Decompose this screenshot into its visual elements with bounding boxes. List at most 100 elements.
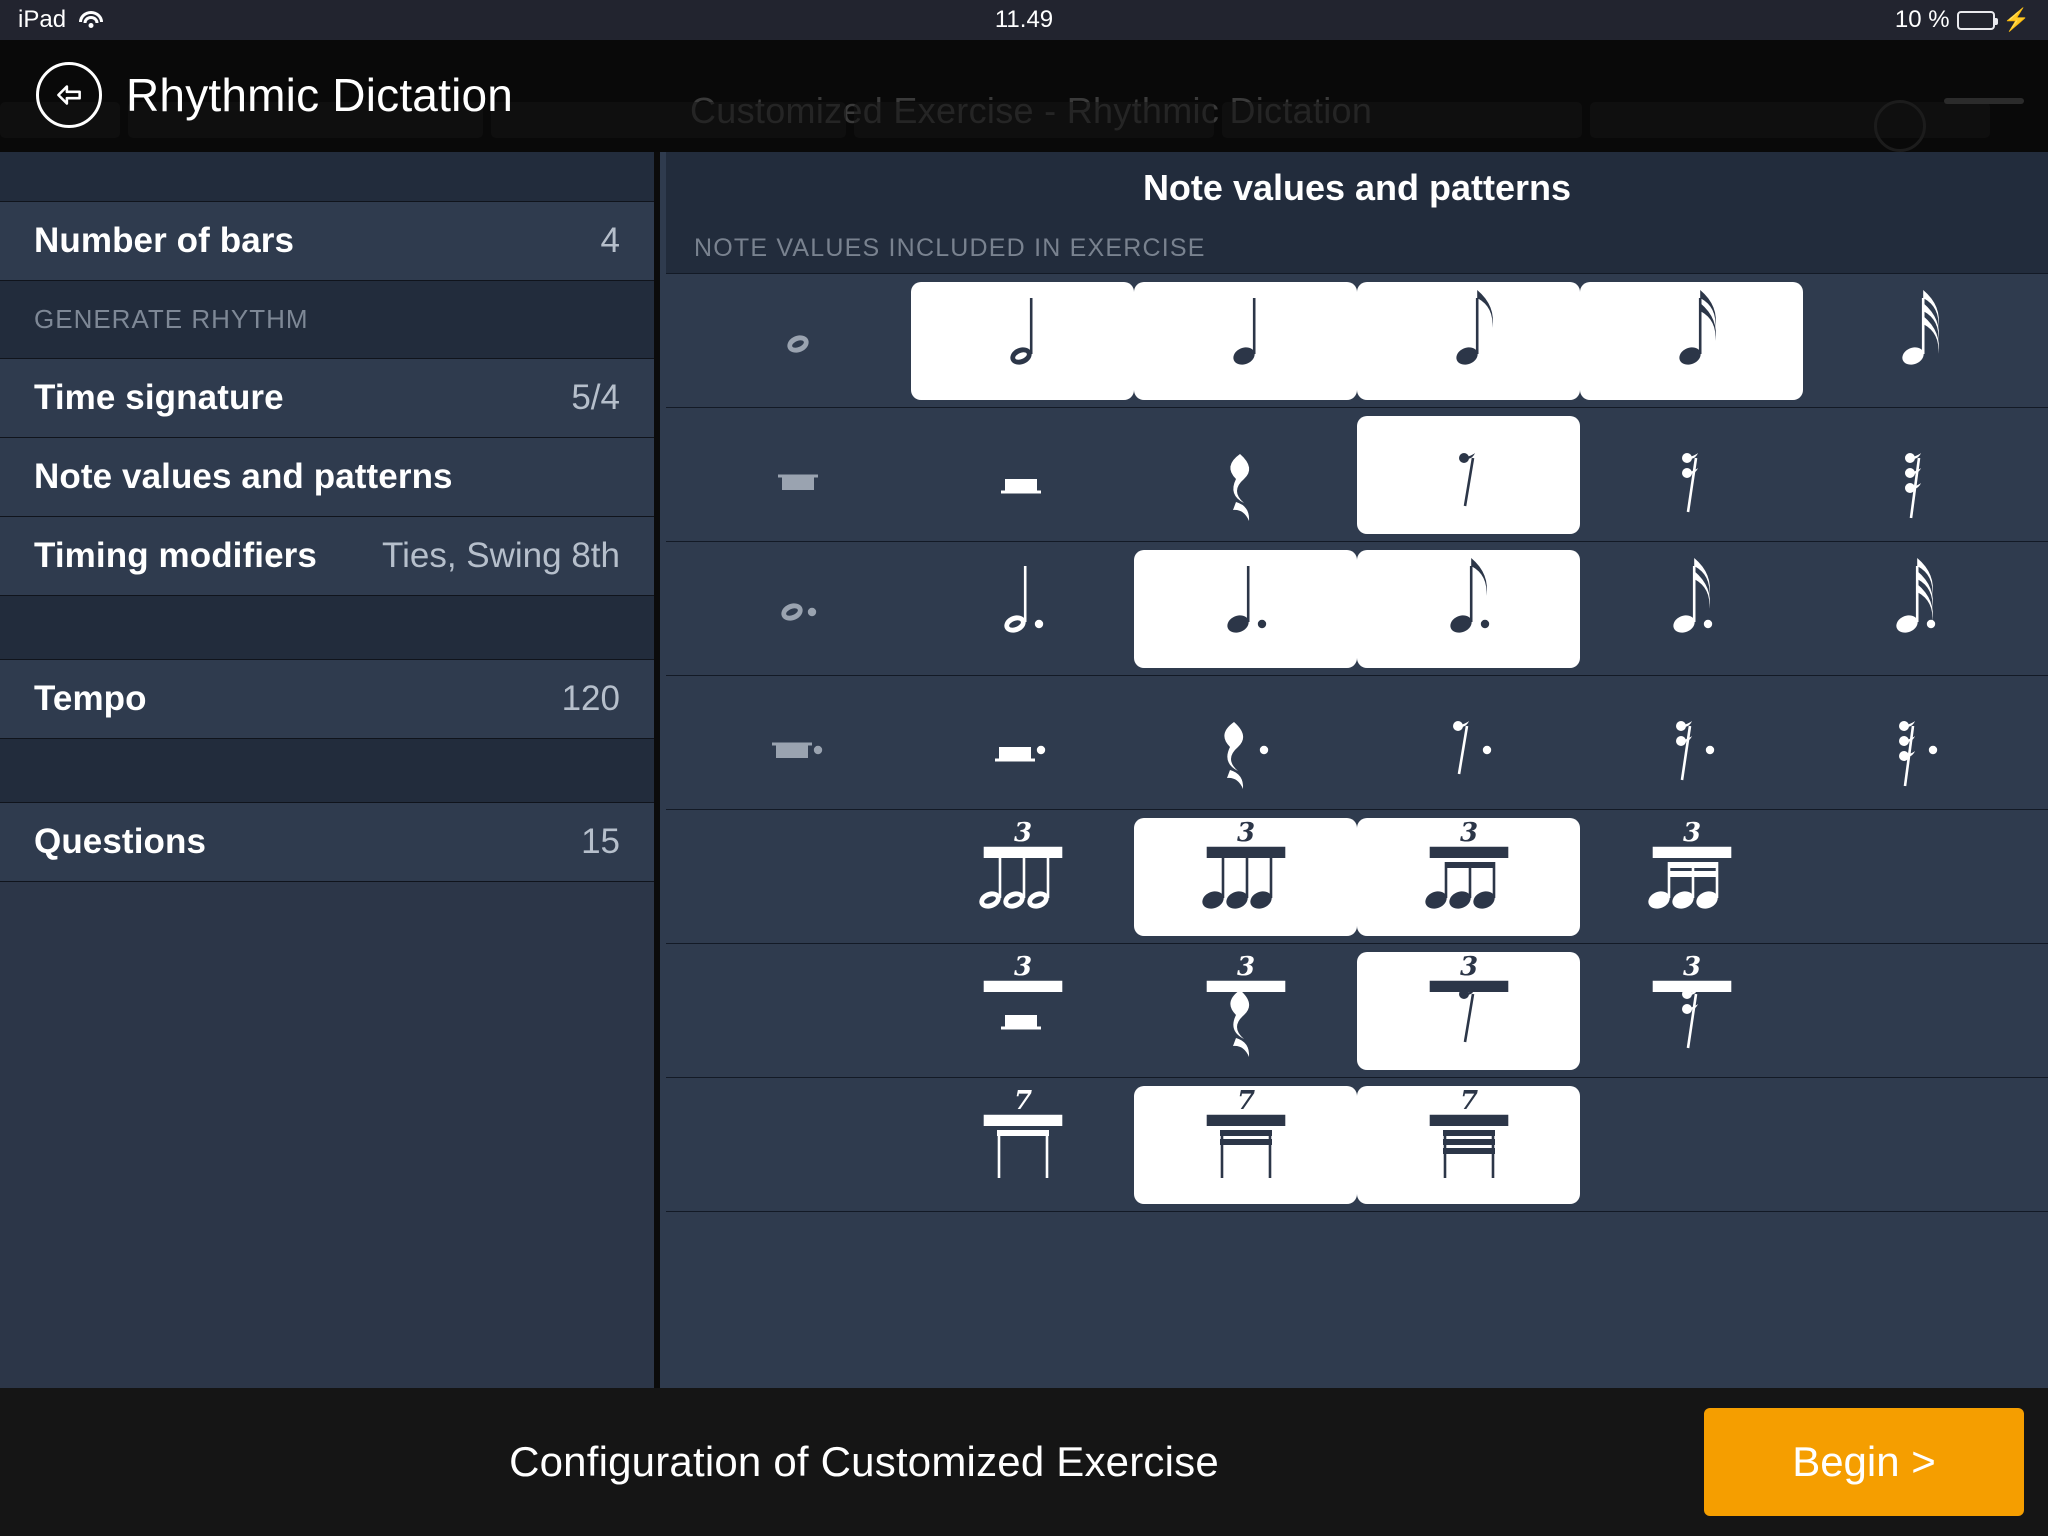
note-values-panel: Note values and patterns NOTE VALUES INC… xyxy=(666,152,2048,1388)
svg-text:7: 7 xyxy=(1236,1086,1254,1116)
note-cell-eighth-note[interactable] xyxy=(1357,282,1580,400)
note-cell-half-rest[interactable] xyxy=(911,416,1134,534)
note-row-dotted-notes xyxy=(666,542,2048,676)
svg-text:3: 3 xyxy=(1013,952,1031,982)
note-cell-septuplet-c[interactable]: 7 xyxy=(1357,1086,1580,1204)
svg-text:7: 7 xyxy=(1013,1086,1031,1116)
note-cell-empty xyxy=(688,1086,911,1204)
sidebar-row-value: 5/4 xyxy=(571,378,620,418)
sidebar-row-tempo[interactable]: Tempo120 xyxy=(0,660,654,739)
note-cell-empty xyxy=(1580,1086,1803,1204)
note-cell-quarter-note[interactable] xyxy=(1134,282,1357,400)
sidebar-spacer xyxy=(0,596,654,660)
note-cell-empty xyxy=(1803,1086,2026,1204)
sidebar-row-time-signature[interactable]: Time signature 5/4 xyxy=(0,359,654,438)
note-cell-dotted-sixteenth-rest[interactable] xyxy=(1580,684,1803,802)
note-cell-triplet-eighth-rest[interactable]: 3 xyxy=(1357,952,1580,1070)
nav-bar: Customized Exercise - Rhythmic Dictation… xyxy=(0,40,2048,152)
note-row-plain-notes xyxy=(666,274,2048,408)
sidebar-section-label: GENERATE RHYTHM xyxy=(34,304,309,335)
note-cell-empty xyxy=(688,952,911,1070)
note-cell-thirtysecond-note[interactable] xyxy=(1803,282,2026,400)
sidebar-row-value: Ties, Swing 8th xyxy=(382,536,620,576)
sidebar-row-questions[interactable]: Questions 15 xyxy=(0,803,654,882)
sidebar-section-generate-rhythm: GENERATE RHYTHM xyxy=(0,281,654,359)
note-cell-dotted-whole-note[interactable] xyxy=(688,550,911,668)
sidebar-row-label: Note values and patterns xyxy=(34,457,453,497)
sidebar-row-label: Questions xyxy=(34,822,206,862)
note-cell-sixteenth-note[interactable] xyxy=(1580,282,1803,400)
note-row-triplets: 3 3 3 3 xyxy=(666,810,2048,944)
settings-sidebar: Number of bars 4 GENERATE RHYTHM Time signa… xyxy=(0,152,660,1388)
note-cell-empty xyxy=(688,818,911,936)
svg-text:3: 3 xyxy=(1459,818,1477,848)
page-title: Rhythmic Dictation xyxy=(126,68,513,122)
ghost-menu-icon xyxy=(1944,98,2024,104)
status-bar: iPad 11.49 10 % ⚡ xyxy=(0,0,2048,40)
note-cell-triplet-quarter[interactable]: 3 xyxy=(1134,818,1357,936)
note-row-triplet-rests: 3 3 3 3 xyxy=(666,944,2048,1078)
lightning-bolt-icon: ⚡ xyxy=(2003,7,2030,33)
battery-icon xyxy=(1957,11,1995,30)
svg-text:3: 3 xyxy=(1682,952,1700,982)
note-cell-septuplet-b[interactable]: 7 xyxy=(1134,1086,1357,1204)
note-cell-triplet-half-rest[interactable]: 3 xyxy=(911,952,1134,1070)
note-cell-sixteenth-rest[interactable] xyxy=(1580,416,1803,534)
note-cell-empty xyxy=(1803,818,2026,936)
note-cell-dotted-eighth-rest[interactable] xyxy=(1357,684,1580,802)
note-cell-quarter-rest[interactable] xyxy=(1134,416,1357,534)
panel-subtitle: NOTE VALUES INCLUDED IN EXERCISE xyxy=(666,224,2048,274)
sidebar-row-number-of-bars[interactable]: Number of bars 4 xyxy=(0,202,654,281)
note-cell-whole-rest[interactable] xyxy=(688,416,911,534)
note-cell-dotted-half-note[interactable] xyxy=(911,550,1134,668)
note-cell-dotted-half-rest[interactable] xyxy=(911,684,1134,802)
svg-text:3: 3 xyxy=(1236,952,1254,982)
note-cell-dotted-thirtysecond-rest[interactable] xyxy=(1803,684,2026,802)
sidebar-gap xyxy=(0,152,654,202)
note-cell-dotted-sixteenth-note[interactable] xyxy=(1580,550,1803,668)
svg-text:3: 3 xyxy=(1013,818,1031,848)
note-cell-triplet-half[interactable]: 3 xyxy=(911,818,1134,936)
sidebar-row-label: Tempo xyxy=(34,679,147,719)
note-cell-whole-note[interactable] xyxy=(688,282,911,400)
status-bar-right: 10 % ⚡ xyxy=(1895,6,2030,34)
note-cell-triplet-sixteenth-rest[interactable]: 3 xyxy=(1580,952,1803,1070)
note-cell-dotted-eighth-note[interactable] xyxy=(1357,550,1580,668)
note-cell-triplet-eighth[interactable]: 3 xyxy=(1357,818,1580,936)
note-row-dotted-rests xyxy=(666,676,2048,810)
status-bar-clock: 11.49 xyxy=(0,6,2048,34)
note-values-grid: 3 3 3 3 3 3 3 3 7 7 7 xyxy=(666,274,2048,1212)
note-cell-thirtysecond-rest[interactable] xyxy=(1803,416,2026,534)
note-cell-half-note[interactable] xyxy=(911,282,1134,400)
panel-title: Note values and patterns xyxy=(666,152,2048,224)
sidebar-row-label: Time signature xyxy=(34,378,284,418)
sidebar-spacer xyxy=(0,739,654,803)
note-cell-empty xyxy=(1803,952,2026,1070)
note-cell-triplet-sixteenth[interactable]: 3 xyxy=(1580,818,1803,936)
svg-text:3: 3 xyxy=(1459,952,1477,982)
app-root: iPad 11.49 10 % ⚡ Customized Exercise - … xyxy=(0,0,2048,1536)
sidebar-empty-area xyxy=(0,882,654,1388)
svg-text:3: 3 xyxy=(1682,818,1700,848)
note-cell-dotted-quarter-rest[interactable] xyxy=(1134,684,1357,802)
note-cell-septuplet-a[interactable]: 7 xyxy=(911,1086,1134,1204)
note-cell-dotted-quarter-note[interactable] xyxy=(1134,550,1357,668)
note-cell-dotted-thirtysecond-note[interactable] xyxy=(1803,550,2026,668)
back-button[interactable] xyxy=(36,62,102,128)
sidebar-row-value: 15 xyxy=(581,822,620,862)
svg-text:3: 3 xyxy=(1236,818,1254,848)
back-arrow-icon xyxy=(52,78,86,112)
begin-button[interactable]: Begin > xyxy=(1704,1408,2024,1516)
note-cell-eighth-rest[interactable] xyxy=(1357,416,1580,534)
sidebar-row-note-values-and-patterns[interactable]: Note values and patterns xyxy=(0,438,654,517)
svg-text:7: 7 xyxy=(1459,1086,1477,1116)
note-cell-triplet-quarter-rest[interactable]: 3 xyxy=(1134,952,1357,1070)
bottom-bar: Configuration of Customized Exercise Beg… xyxy=(0,1388,2048,1536)
note-row-septuplets: 7 7 7 xyxy=(666,1078,2048,1212)
ghost-info-icon xyxy=(1874,100,1926,152)
sidebar-row-label: Number of bars xyxy=(34,221,294,261)
note-row-rests xyxy=(666,408,2048,542)
sidebar-row-value: 4 xyxy=(601,221,620,261)
note-cell-dotted-whole-rest[interactable] xyxy=(688,684,911,802)
sidebar-row-timing-modifiers[interactable]: Timing modifiersTies, Swing 8th xyxy=(0,517,654,596)
